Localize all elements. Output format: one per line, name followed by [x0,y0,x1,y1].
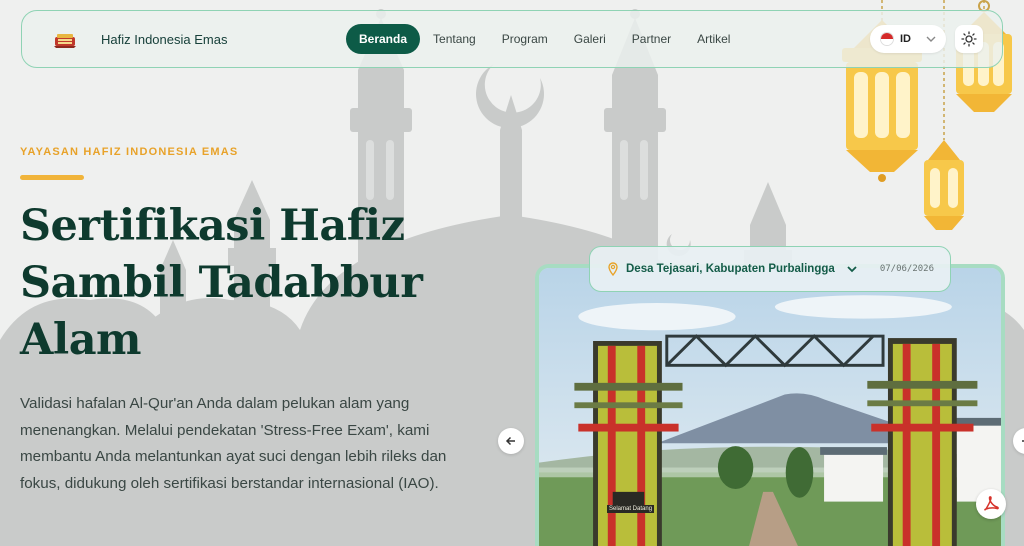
headline-line-3: Alam [20,315,142,365]
indonesia-flag-icon [880,32,894,46]
location-selector[interactable]: Desa Tejasari, Kabupaten Purbalingga 07/… [589,246,951,292]
chevron-down-icon [847,266,857,273]
gate-sign-text: Selamat Datang [607,505,655,513]
nav-partner[interactable]: Partner [619,24,684,54]
sun-icon [961,31,977,47]
nav-beranda[interactable]: Beranda [346,24,421,54]
eyebrow-accent-bar [20,175,84,180]
gallery-prev-button[interactable] [498,428,524,454]
headline-line-1: Sertifikasi Hafiz [20,201,405,251]
hero-description: Validasi hafalan Al-Qur'an Anda dalam pe… [20,395,447,492]
gallery-card: Selamat Datang [535,264,1005,546]
nav-galeri[interactable]: Galeri [561,24,619,54]
chevron-down-icon [926,36,936,42]
hero-section: YAYASAN HAFIZ INDONESIA EMAS Sertifikasi… [20,146,490,497]
brand-name: Hafiz Indonesia Emas [101,31,228,47]
brand[interactable]: Hafiz Indonesia Emas [52,24,227,54]
photo-date: 07/06/2026 [879,264,934,274]
nav-tentang[interactable]: Tentang [420,24,489,54]
hero-eyebrow: YAYASAN HAFIZ INDONESIA EMAS [20,146,239,158]
brand-logo [54,34,76,48]
headline-line-2: Sambil Tadabbur [20,258,423,308]
main-nav: Beranda Tentang Program Galeri Partner A… [346,24,743,54]
arrow-left-icon [505,436,515,446]
location-name: Desa Tejasari, Kabupaten Purbalingga [626,263,835,275]
language-code: ID [900,33,911,45]
top-navbar: Hafiz Indonesia Emas Beranda Tentang Pro… [21,10,1003,68]
nav-program[interactable]: Program [489,24,561,54]
pdf-icon [984,496,999,511]
theme-toggle-button[interactable] [955,25,983,53]
pdf-download-button[interactable] [976,489,1006,519]
hero-headline: Sertifikasi Hafiz Sambil Tadabbur Alam [20,198,490,369]
language-selector[interactable]: ID [870,25,946,53]
arrow-right-icon [1022,440,1024,442]
nav-artikel[interactable]: Artikel [684,24,743,54]
map-pin-icon [608,262,618,276]
